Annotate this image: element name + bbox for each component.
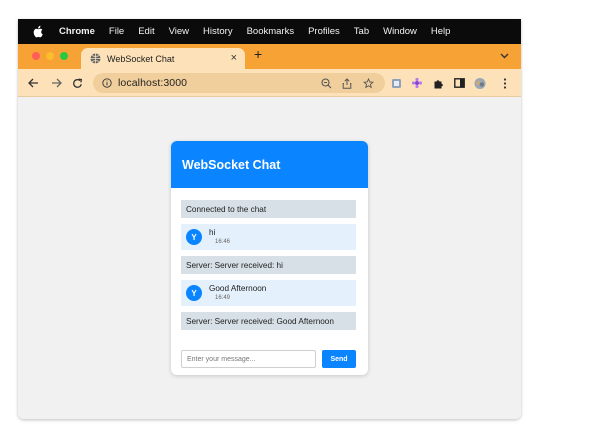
address-url[interactable]: localhost:3000 <box>118 77 187 89</box>
macos-menu-bar: Chrome File Edit View History Bookmarks … <box>18 19 521 44</box>
send-button[interactable]: Send <box>322 350 356 368</box>
tab-search-chevron-icon[interactable] <box>499 52 509 60</box>
browser-toolbar: localhost:3000 <box>18 69 521 97</box>
tab-websocket-chat[interactable]: WebSocket Chat × <box>81 48 245 69</box>
menu-edit[interactable]: Edit <box>138 26 154 37</box>
chat-title: WebSocket Chat <box>182 157 281 172</box>
user-message: Y hi 16:46 <box>181 224 356 250</box>
bookmark-star-icon[interactable] <box>362 77 374 89</box>
more-menu-icon[interactable] <box>499 77 511 89</box>
system-message: Server: Server received: Good Afternoon <box>181 312 356 330</box>
fullscreen-window-button[interactable] <box>60 52 68 60</box>
tab-strip: WebSocket Chat × <box>18 44 521 69</box>
user-avatar: Y <box>186 285 202 301</box>
extension-flower-icon[interactable] <box>411 77 423 89</box>
globe-icon <box>90 53 101 64</box>
site-info-icon[interactable] <box>102 78 112 88</box>
extension-reader-icon[interactable] <box>390 77 402 89</box>
close-window-button[interactable] <box>32 52 40 60</box>
new-tab-button[interactable]: + <box>254 47 262 61</box>
forward-arrow-icon[interactable] <box>50 77 62 89</box>
profile-avatar-icon[interactable] <box>474 77 486 89</box>
message-composer: Send <box>181 350 356 368</box>
share-icon[interactable] <box>341 77 353 89</box>
menu-profiles[interactable]: Profiles <box>308 26 340 37</box>
menu-chrome[interactable]: Chrome <box>59 26 95 37</box>
menu-tab[interactable]: Tab <box>354 26 369 37</box>
menu-help[interactable]: Help <box>431 26 451 37</box>
back-arrow-icon[interactable] <box>27 77 39 89</box>
tab-close-button[interactable]: × <box>231 52 237 64</box>
user-message-text: Good Afternoon <box>209 284 267 293</box>
message-list: Connected to the chat Y hi 16:46 Server:… <box>181 200 356 336</box>
system-message-text: Server: Server received: Good Afternoon <box>186 316 334 326</box>
apple-logo-icon[interactable] <box>31 25 45 39</box>
menu-history[interactable]: History <box>203 26 233 37</box>
menu-window[interactable]: Window <box>383 26 417 37</box>
message-timestamp: 16:49 <box>215 295 231 301</box>
tab-title: WebSocket Chat <box>107 53 175 64</box>
user-message: Y Good Afternoon 16:49 <box>181 280 356 306</box>
user-message-text: hi <box>209 228 216 237</box>
zoom-icon[interactable] <box>320 77 332 89</box>
minimize-window-button[interactable] <box>46 52 54 60</box>
reload-icon[interactable] <box>71 77 83 89</box>
message-input[interactable] <box>181 350 316 368</box>
system-message: Server: Server received: hi <box>181 256 356 274</box>
user-avatar: Y <box>186 229 202 245</box>
puzzle-icon[interactable] <box>432 77 444 89</box>
chat-header: WebSocket Chat <box>171 141 368 188</box>
page-viewport: WebSocket Chat Connected to the chat Y h… <box>18 98 521 419</box>
menu-bookmarks[interactable]: Bookmarks <box>247 26 295 37</box>
system-message: Connected to the chat <box>181 200 356 218</box>
system-message-text: Connected to the chat <box>186 204 267 214</box>
message-timestamp: 16:46 <box>215 239 231 245</box>
menu-view[interactable]: View <box>169 26 189 37</box>
sidebar-icon[interactable] <box>453 77 465 89</box>
browser-window: Chrome File Edit View History Bookmarks … <box>18 19 521 419</box>
chat-container: WebSocket Chat Connected to the chat Y h… <box>171 141 368 375</box>
system-message-text: Server: Server received: hi <box>186 260 283 270</box>
address-bar[interactable]: localhost:3000 <box>93 73 385 93</box>
menu-file[interactable]: File <box>109 26 124 37</box>
